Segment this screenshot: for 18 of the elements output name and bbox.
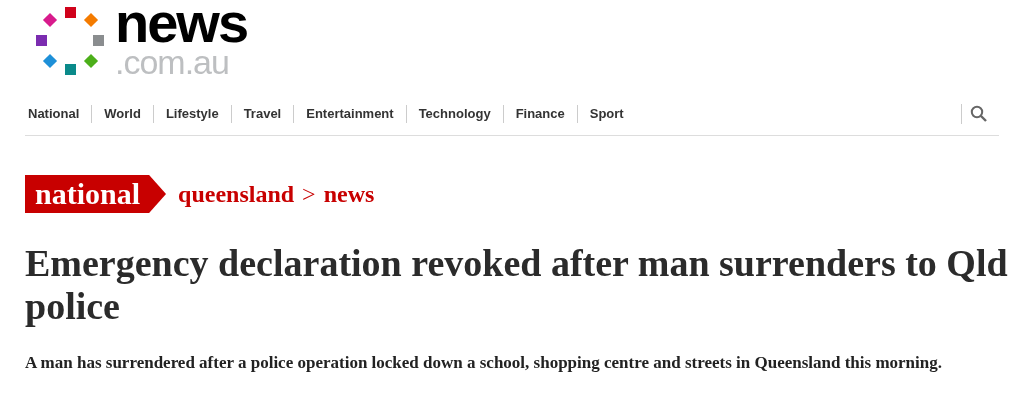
logo-domain: .com.au [115,48,230,76]
breadcrumb-separator: > [302,180,316,209]
search-icon[interactable] [970,105,987,122]
nav-link[interactable]: Entertainment [294,103,406,124]
nav-link[interactable]: Sport [577,103,636,124]
nav-link[interactable]: Technology [406,103,503,124]
nav-link[interactable]: Travel [231,103,294,124]
logo-icon [35,5,107,77]
article-summary: A man has surrendered after a police operation locked down a school, shopping centre and streets in Queensland this morning. [25,352,943,373]
logo-name[interactable]: news [115,0,248,48]
nav-link[interactable]: World [92,103,153,124]
nav-link[interactable]: Finance [503,103,577,124]
nav-link[interactable]: Lifestyle [153,103,231,124]
section-tag[interactable]: national [25,175,167,213]
breadcrumb-link[interactable]: queensland [178,176,295,212]
article-headline: Emergency declaration revoked after man surrenders to Qld police [25,242,1009,328]
breadcrumb-link[interactable]: news [323,176,375,212]
nav-link[interactable]: National [25,103,92,124]
